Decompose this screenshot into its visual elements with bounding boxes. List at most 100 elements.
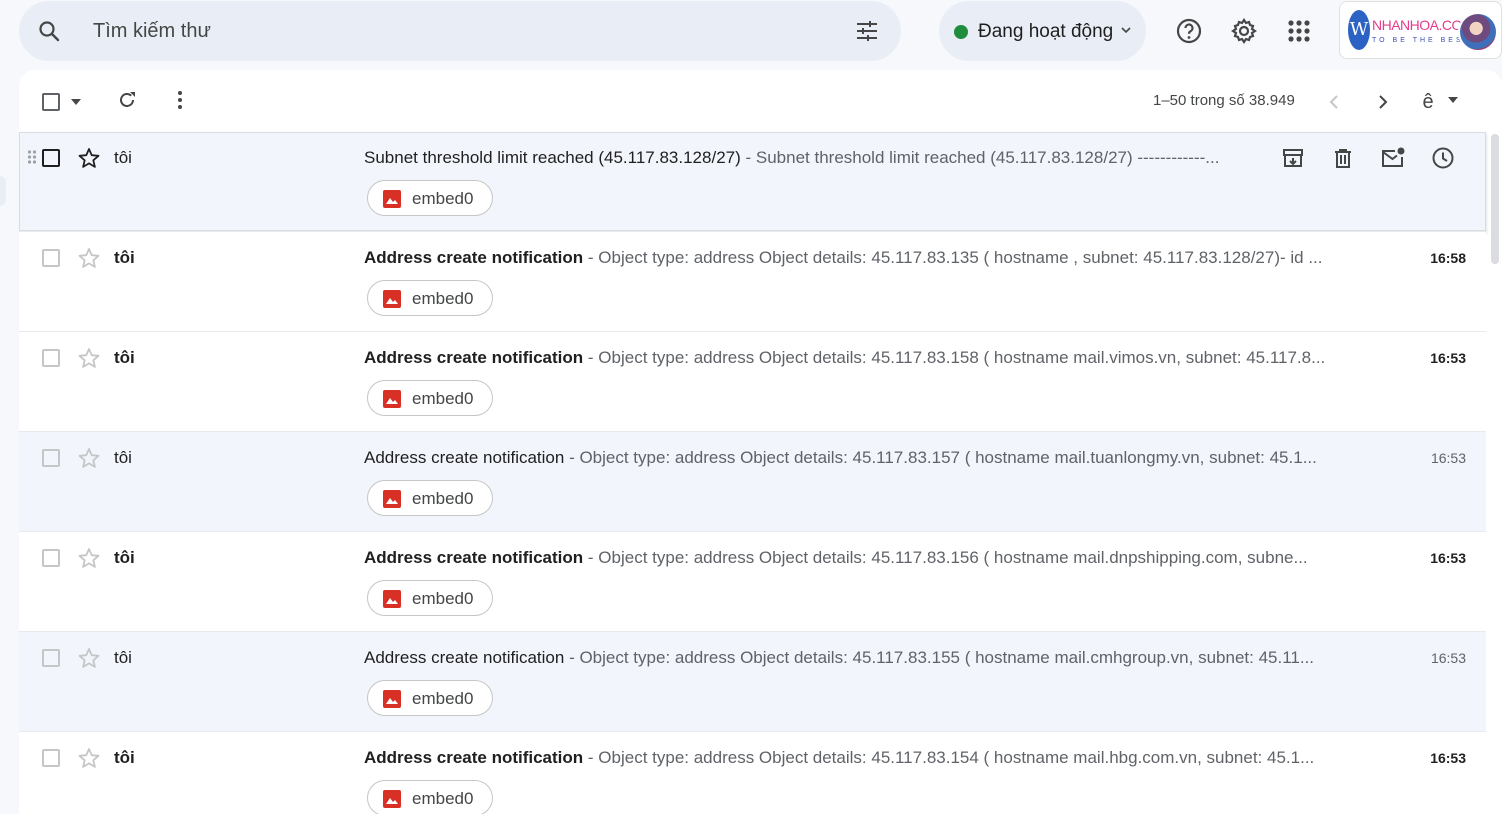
avatar[interactable] [1458,12,1498,52]
caret-down-icon[interactable] [1447,95,1459,105]
email-snippet: - Subnet threshold limit reached (45.117… [740,148,1220,167]
trash-icon[interactable] [1330,145,1356,171]
email-sender: tôi [114,648,132,667]
row-checkbox[interactable] [42,149,60,167]
top-bar: Tìm kiếm thư Đang hoạt động W NHANHOA.CO… [0,0,1502,64]
row-checkbox[interactable] [42,449,60,467]
tune-icon[interactable] [855,19,879,43]
scrollbar[interactable] [1488,132,1502,812]
apps-grid-icon[interactable] [1285,17,1313,45]
email-subject: Address create notification [364,248,584,267]
attachment-chip[interactable]: embed0 [367,780,493,814]
mark-unread-icon[interactable] [1380,145,1406,171]
attachment-name: embed0 [412,289,474,308]
status-label: Đang hoạt động [978,21,1114,42]
attachment-name: embed0 [412,689,474,708]
attachment-chip[interactable]: embed0 [367,680,493,716]
email-time: 16:53 [1430,450,1466,466]
email-subject: Address create notification [364,548,584,567]
attachment-chip[interactable]: embed0 [367,380,493,416]
account-brand[interactable]: W NHANHOA.COM TO BE THE BEST [1339,1,1502,59]
image-icon [383,790,401,808]
status-selector[interactable]: Đang hoạt động [939,1,1146,61]
brand-tagline: TO BE THE BEST [1372,37,1471,44]
email-time: 16:53 [1430,650,1466,666]
row-checkbox[interactable] [42,749,60,767]
email-row[interactable]: tôi Address create notification - Object… [19,332,1486,432]
email-subject-line: Address create notification - Object typ… [364,348,1349,368]
email-row[interactable]: tôi Address create notification - Object… [19,432,1486,532]
gear-icon[interactable] [1230,17,1258,45]
email-time: 16:53 [1430,750,1466,766]
chevron-left-icon[interactable] [1323,91,1345,113]
attachment-name: embed0 [412,189,474,208]
star-icon[interactable] [78,147,100,169]
select-all-checkbox[interactable] [42,93,60,111]
star-icon[interactable] [78,447,100,469]
attachment-chip[interactable]: embed0 [367,480,493,516]
snooze-clock-icon[interactable] [1430,145,1456,171]
email-row[interactable]: tôi Address create notification - Object… [19,532,1486,632]
image-icon [383,590,401,608]
attachment-name: embed0 [412,389,474,408]
email-sender: tôi [114,548,135,567]
list-toolbar: 1–50 trong số 38.949 ê [19,70,1502,132]
star-icon[interactable] [78,647,100,669]
email-subject: Address create notification [364,348,584,367]
email-subject: Address create notification [364,748,584,767]
pagination-range: 1–50 trong số 38.949 [1153,92,1295,109]
archive-icon[interactable] [1280,145,1306,171]
star-icon[interactable] [78,547,100,569]
search-input[interactable]: Tìm kiếm thư [93,20,211,43]
email-sender: tôi [114,348,135,367]
email-snippet: - Object type: address Object details: 4… [564,648,1315,667]
email-row[interactable]: tôi Address create notification - Object… [19,632,1486,732]
refresh-icon[interactable] [116,89,138,111]
email-row[interactable]: tôi Address create notification - Object… [19,232,1486,332]
attachment-chip[interactable]: embed0 [367,180,493,216]
email-row[interactable]: tôi Subnet threshold limit reached (45.1… [19,132,1486,232]
attachment-chip[interactable]: embed0 [367,280,493,316]
row-checkbox[interactable] [42,649,60,667]
email-snippet: - Object type: address Object details: 4… [583,348,1326,367]
scrollbar-thumb[interactable] [1491,134,1499,264]
star-icon[interactable] [78,247,100,269]
email-snippet: - Object type: address Object details: 4… [583,548,1308,567]
more-vert-icon[interactable] [169,89,191,111]
image-icon [383,490,401,508]
row-checkbox[interactable] [42,249,60,267]
mail-panel: 1–50 trong số 38.949 ê tôi Subnet thresh… [19,70,1502,814]
attachment-name: embed0 [412,589,474,608]
email-time: 16:58 [1430,250,1466,266]
image-icon [383,190,401,208]
email-sender: tôi [114,248,135,267]
caret-down-icon[interactable] [70,97,82,107]
search-bar[interactable]: Tìm kiếm thư [19,1,901,61]
brand-logo-letter: W [1348,10,1370,50]
input-tools-button[interactable]: ê [1417,91,1439,113]
email-row[interactable]: tôi Address create notification - Object… [19,732,1486,814]
row-checkbox[interactable] [42,349,60,367]
email-subject-line: Address create notification - Object typ… [364,748,1349,768]
email-time: 16:53 [1430,350,1466,366]
email-sender: tôi [114,148,132,167]
star-icon[interactable] [78,347,100,369]
email-sender: tôi [114,748,135,767]
chevron-right-icon[interactable] [1372,91,1394,113]
email-snippet: - Object type: address Object details: 4… [564,448,1317,467]
email-subject-line: Address create notification - Object typ… [364,648,1349,668]
star-icon[interactable] [78,747,100,769]
help-icon[interactable] [1175,17,1203,45]
row-checkbox[interactable] [42,549,60,567]
attachment-chip[interactable]: embed0 [367,580,493,616]
email-snippet: - Object type: address Object details: 4… [583,248,1323,267]
attachment-name: embed0 [412,789,474,808]
row-actions [1278,145,1468,171]
email-subject: Address create notification [364,448,565,467]
drag-handle-icon[interactable] [27,149,37,165]
side-panel-handle[interactable] [0,176,6,206]
email-subject: Address create notification [364,648,565,667]
email-list: tôi Subnet threshold limit reached (45.1… [19,132,1486,814]
email-subject-line: Address create notification - Object typ… [364,448,1349,468]
search-icon[interactable] [37,19,61,43]
